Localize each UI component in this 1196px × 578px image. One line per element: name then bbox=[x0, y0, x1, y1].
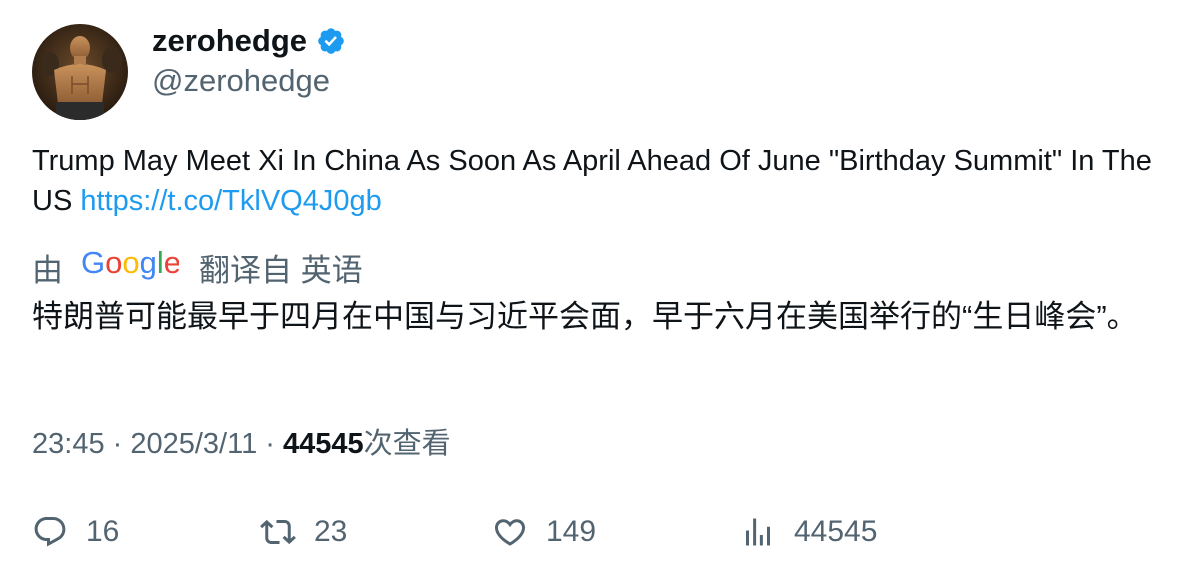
action-bar: 16 23 149 44545 bbox=[32, 508, 1132, 556]
translated-text: 特朗普可能最早于四月在中国与习近平会面，早于六月在美国举行的“生日峰会”。 bbox=[32, 299, 1138, 334]
views-action-count: 44545 bbox=[794, 515, 878, 548]
heart-icon bbox=[494, 519, 526, 546]
repost-count: 23 bbox=[314, 515, 348, 548]
translation-prefix: 由 bbox=[32, 252, 63, 288]
tweet-text: Trump May Meet Xi In China As Soon As Ap… bbox=[32, 141, 1152, 221]
views-button[interactable]: 44545 bbox=[740, 508, 877, 556]
meta-separator: · bbox=[257, 428, 284, 460]
views-count: 44545 bbox=[283, 428, 364, 460]
display-name[interactable]: zerohedge bbox=[152, 22, 346, 60]
like-count: 149 bbox=[546, 515, 597, 548]
google-logo-icon: Google bbox=[81, 245, 181, 289]
tweet-time[interactable]: 23:45 bbox=[32, 428, 105, 460]
display-name-text: zerohedge bbox=[152, 23, 308, 58]
analytics-icon bbox=[746, 518, 770, 546]
repost-button[interactable]: 23 bbox=[260, 508, 347, 556]
tweet-meta: 23:45 · 2025/3/11 · 44545次查看 bbox=[32, 424, 451, 464]
user-handle[interactable]: @zerohedge bbox=[152, 62, 330, 100]
meta-separator: · bbox=[104, 428, 131, 460]
avatar-photo-icon bbox=[32, 24, 128, 120]
avatar[interactable] bbox=[32, 24, 128, 120]
reply-icon bbox=[34, 517, 66, 547]
translation-suffix[interactable]: 翻译自 英语 bbox=[199, 245, 363, 290]
views-label: 次查看 bbox=[363, 428, 451, 460]
reply-button[interactable]: 16 bbox=[32, 508, 119, 556]
tweet-date[interactable]: 2025/3/11 bbox=[130, 428, 257, 460]
like-button[interactable]: 149 bbox=[492, 508, 596, 556]
repost-icon bbox=[260, 519, 296, 545]
tweet-link[interactable]: https://t.co/TklVQ4J0gb bbox=[80, 185, 381, 217]
verified-badge-icon bbox=[316, 26, 346, 56]
svg-text:Google: Google bbox=[81, 245, 179, 280]
translation-attribution: 由 Google 翻译自 英语 bbox=[32, 245, 363, 290]
reply-count: 16 bbox=[86, 515, 120, 548]
